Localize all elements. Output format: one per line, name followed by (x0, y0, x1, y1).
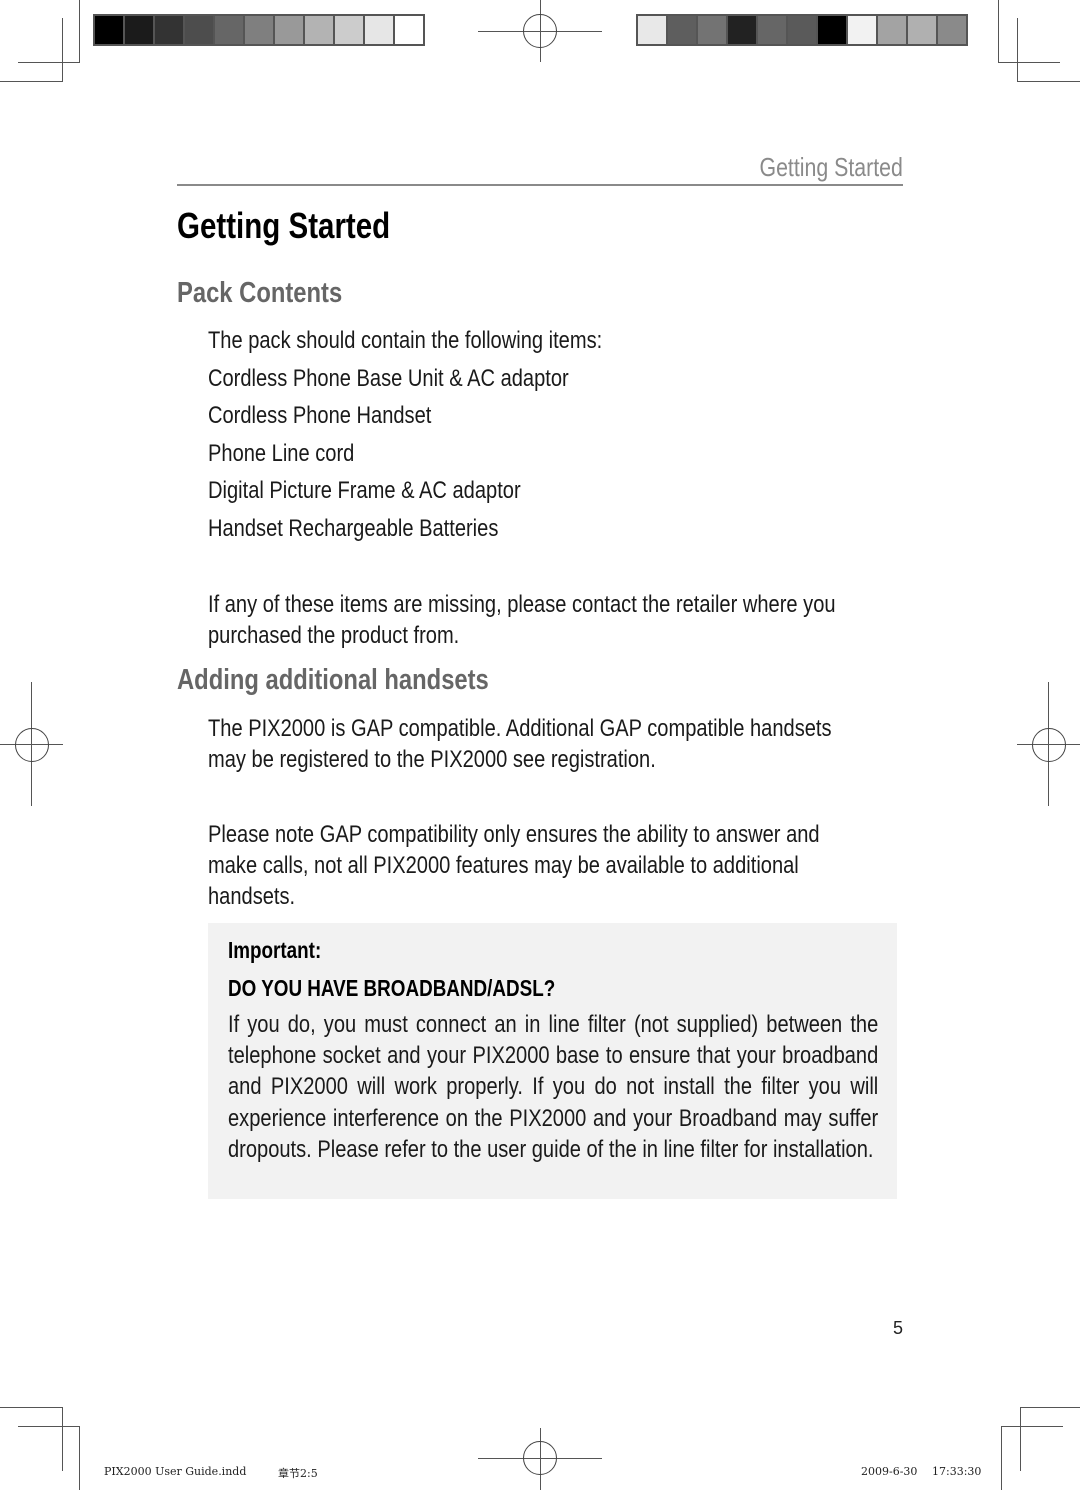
section-heading-additional-handsets: Adding additional handsets (177, 664, 489, 696)
running-head: Getting Started (759, 152, 903, 182)
gap-compatible-paragraph: The PIX2000 is GAP compatible. Additiona… (208, 715, 832, 773)
list-item: Digital Picture Frame & AC adaptor (208, 477, 521, 504)
pack-contents-list: The pack should contain the following it… (208, 322, 689, 547)
callout-label: Important: (228, 937, 322, 963)
pack-contents-intro: The pack should contain the following it… (208, 327, 603, 354)
color-swatch (365, 16, 393, 44)
color-swatch (788, 16, 816, 44)
color-swatch (395, 16, 423, 44)
color-swatch (305, 16, 333, 44)
color-swatch (335, 16, 363, 44)
slug-time: 17:33:30 (932, 1465, 982, 1478)
gap-note-paragraph: Please note GAP compatibility only ensur… (208, 821, 820, 910)
missing-items-note: If any of these items are missing, pleas… (208, 591, 836, 649)
section-heading-pack-contents: Pack Contents (177, 277, 343, 309)
color-swatch (728, 16, 756, 44)
color-swatch (215, 16, 243, 44)
color-swatch (668, 16, 696, 44)
list-item: Cordless Phone Base Unit & AC adaptor (208, 364, 569, 392)
color-swatch (818, 16, 846, 44)
color-swatch (848, 16, 876, 44)
color-swatch (758, 16, 786, 44)
header-rule (177, 184, 903, 186)
color-swatch (155, 16, 183, 44)
slug-file-name: PIX2000 User Guide.indd (104, 1465, 247, 1478)
color-swatch (125, 16, 153, 44)
color-bar-left (93, 14, 425, 46)
color-swatch (638, 16, 666, 44)
color-swatch (245, 16, 273, 44)
important-callout: Important: DO YOU HAVE BROADBAND/ADSL? I… (208, 923, 897, 1199)
slug-section: 章节2:5 (278, 1467, 318, 1480)
list-item: Phone Line cord (208, 439, 355, 467)
list-item: Handset Rechargeable Batteries (208, 514, 499, 542)
list-item: Cordless Phone Handset (208, 402, 432, 429)
color-bar-right (636, 14, 968, 46)
callout-heading: DO YOU HAVE BROADBAND/ADSL? (228, 975, 556, 1001)
color-swatch (878, 16, 906, 44)
color-swatch (698, 16, 726, 44)
color-swatch (275, 16, 303, 44)
color-swatch (185, 16, 213, 44)
color-swatch (95, 16, 123, 44)
page-number: 5 (892, 1318, 903, 1338)
color-swatch (938, 16, 966, 44)
page-title: Getting Started (177, 205, 391, 246)
callout-body: If you do, you must connect an in line f… (228, 1011, 879, 1163)
color-swatch (908, 16, 936, 44)
slug-date: 2009-6-30 (861, 1465, 918, 1478)
